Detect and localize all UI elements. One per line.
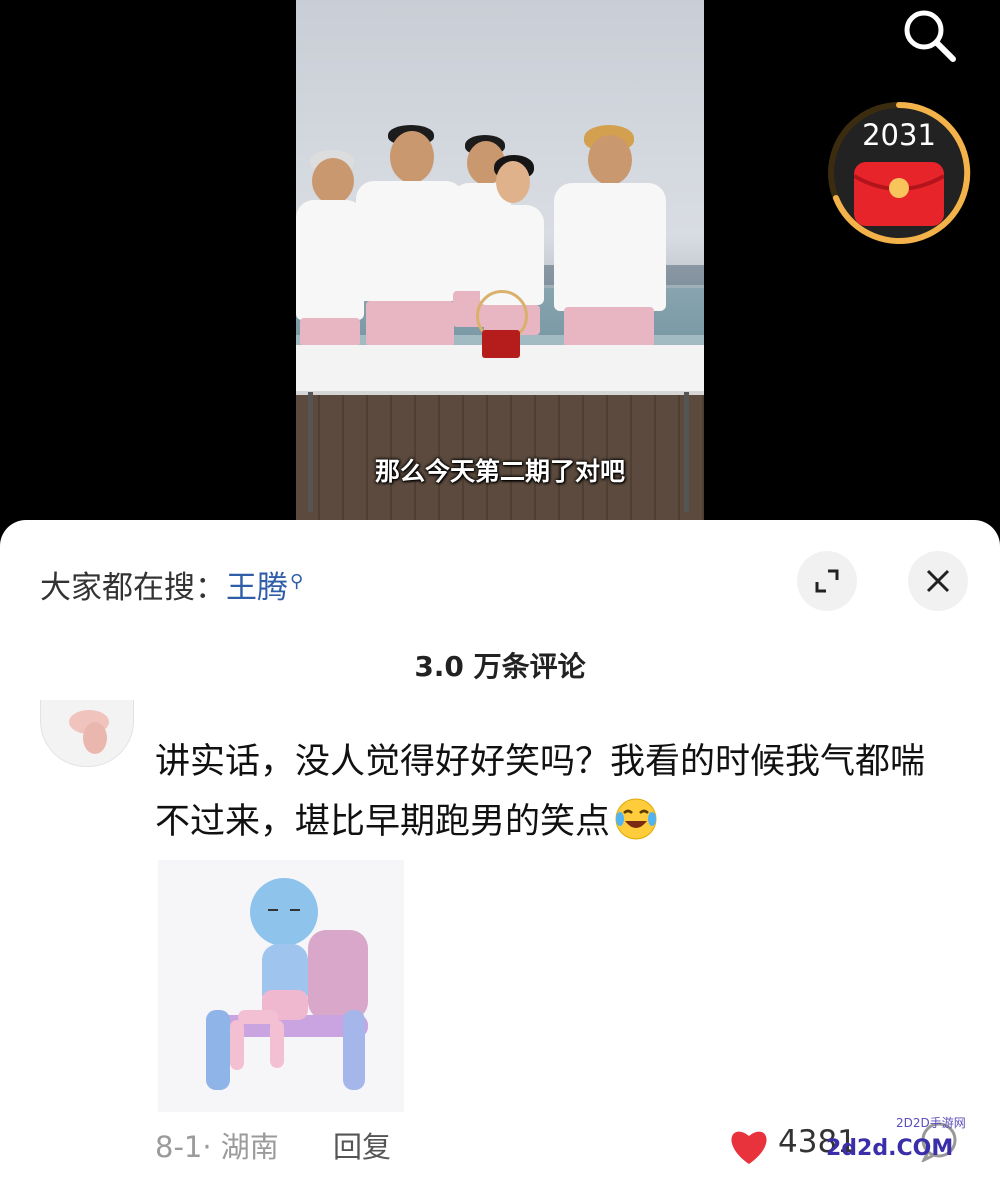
comment-body: 讲实话，没人觉得好好笑吗？我看的时候我气都喘不过来，堪比早期跑男的笑点 bbox=[155, 732, 955, 852]
avatar[interactable] bbox=[40, 700, 134, 767]
trending-search: 大家都在搜：王腾 ⚲ bbox=[40, 562, 303, 607]
red-envelope-count: 2031 bbox=[862, 118, 936, 152]
wooden-deck bbox=[296, 380, 704, 520]
close-icon bbox=[926, 569, 950, 593]
trending-term: 王腾 bbox=[226, 570, 288, 606]
expand-button[interactable] bbox=[797, 551, 857, 611]
comment-image-sticker[interactable] bbox=[158, 860, 404, 1112]
video-frame[interactable]: 那么今天第二期了对吧 bbox=[296, 0, 704, 520]
red-envelope-widget[interactable]: 2031 bbox=[826, 100, 972, 246]
trophy bbox=[474, 290, 528, 360]
trending-prefix: 大家都在搜： bbox=[40, 570, 226, 606]
watermark-small-text: 2D2D手游网 bbox=[896, 1116, 966, 1130]
watermark-domain: 2d2d.COM bbox=[826, 1136, 954, 1161]
comment-text: 讲实话，没人觉得好好笑吗？我看的时候我气都喘不过来，堪比早期跑男的笑点 bbox=[155, 742, 926, 842]
laughing-crying-emoji-icon bbox=[615, 798, 657, 840]
red-envelope-icon bbox=[854, 162, 944, 226]
site-watermark: 2D2D手游网 2d2d.COM bbox=[822, 1108, 992, 1172]
reply-button[interactable]: 回复 bbox=[333, 1124, 391, 1166]
close-button[interactable] bbox=[908, 551, 968, 611]
search-icon bbox=[904, 10, 956, 62]
comment-date-location: 8-1· 湖南 bbox=[155, 1130, 279, 1164]
small-search-icon: ⚲ bbox=[290, 570, 304, 592]
search-button[interactable] bbox=[898, 4, 960, 66]
trending-term-link[interactable]: 王腾 ⚲ bbox=[226, 570, 303, 606]
person-5 bbox=[554, 125, 669, 355]
heart-icon bbox=[731, 1131, 767, 1164]
comment-count-title: 3.0 万条评论 bbox=[414, 650, 586, 683]
expand-icon bbox=[815, 569, 839, 593]
blue-figure-on-chair bbox=[158, 860, 404, 1112]
video-subtitle: 那么今天第二期了对吧 bbox=[374, 457, 625, 486]
person-2 bbox=[356, 125, 466, 355]
video-player[interactable]: 那么今天第二期了对吧 2031 bbox=[0, 0, 1000, 540]
comment-sheet: 大家都在搜：王腾 ⚲ 3.0 万条评论 讲实话，没人觉得好好笑吗？我看的时候我气都… bbox=[0, 520, 1000, 1179]
pig-avatar-image bbox=[69, 710, 109, 754]
